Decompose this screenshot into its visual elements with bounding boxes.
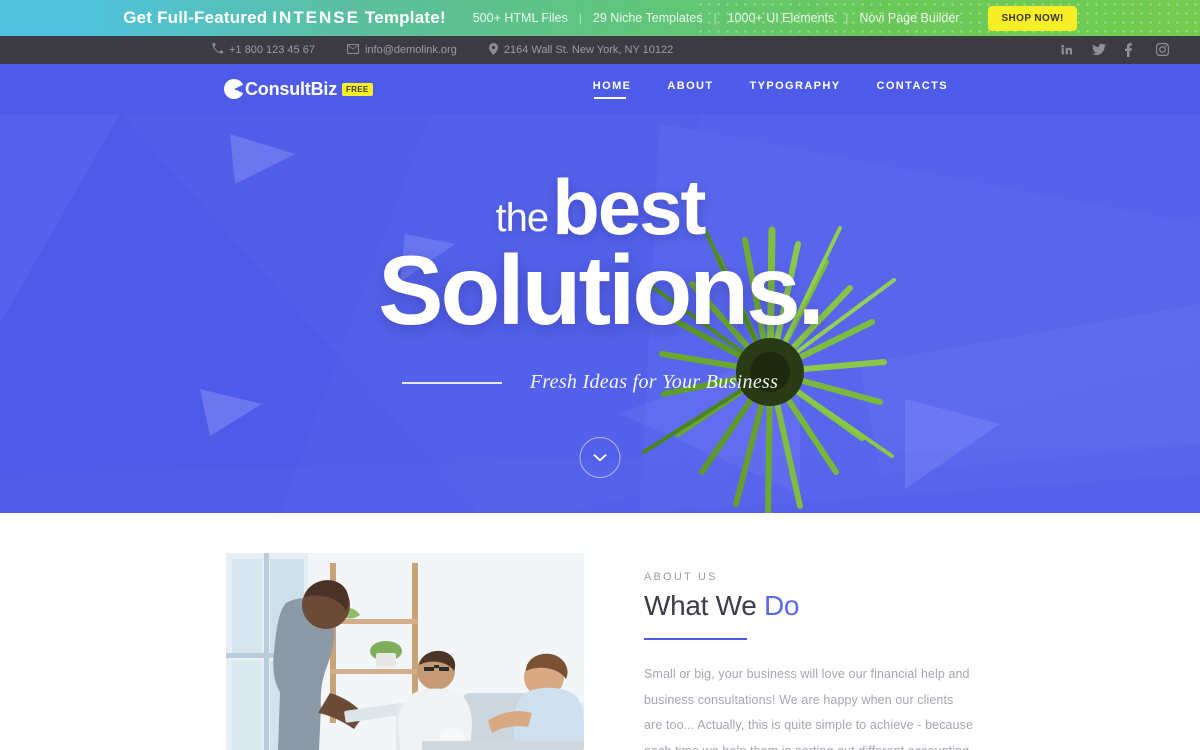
about-section: ABOUT US What We Do Small or big, your b… xyxy=(0,513,1200,750)
promo-title: Get Full-Featured INTENSE Template! xyxy=(123,8,446,28)
hero-headline-line2: Solutions. xyxy=(378,235,825,346)
facebook-icon[interactable] xyxy=(1124,43,1138,57)
logo-mark-icon xyxy=(224,79,244,99)
instagram-icon[interactable] xyxy=(1156,43,1170,57)
shop-now-button[interactable]: SHOP NOW! xyxy=(988,5,1077,31)
map-pin-icon xyxy=(488,42,498,58)
nav-item-contacts[interactable]: CONTACTS xyxy=(877,80,949,99)
about-body: Small or big, your business will love ou… xyxy=(644,667,974,750)
hero-rule xyxy=(401,381,502,384)
site-header: ConsultBiz FREE HOME ABOUT TYPOGRAPHY CO… xyxy=(0,64,1200,114)
chevron-down-icon xyxy=(593,449,607,467)
scroll-down-button[interactable] xyxy=(579,437,621,478)
about-title: What We Do xyxy=(644,590,974,622)
phone-number: +1 800 123 45 67 xyxy=(229,44,315,56)
mail-icon xyxy=(346,43,359,58)
phone-icon xyxy=(212,43,224,57)
hero-section: the best Solutions. Fresh Ideas for Your… xyxy=(0,114,1200,513)
about-text-block: ABOUT US What We Do Small or big, your b… xyxy=(644,553,974,750)
twitter-icon[interactable] xyxy=(1092,43,1106,57)
address-link[interactable]: 2164 Wall St. New York, NY 10122 xyxy=(488,42,674,58)
hero-headline-the: the xyxy=(495,196,550,241)
promo-feature-3: Novi Page Builder xyxy=(859,11,960,25)
logo-text: ConsultBiz xyxy=(245,78,337,99)
about-divider xyxy=(644,638,747,640)
about-title-main: What We xyxy=(644,590,765,621)
hero-subtitle: Fresh Ideas for Your Business xyxy=(529,371,779,394)
hero-headline-line1: the best xyxy=(495,163,707,251)
contact-bar: +1 800 123 45 67 info@demolink.org 2164 … xyxy=(0,36,1200,64)
about-photo xyxy=(226,553,584,750)
promo-feature-2: 1000+ UI Elements xyxy=(727,11,835,25)
promo-feature-1: 29 Niche Templates xyxy=(592,11,703,25)
nav-item-typography[interactable]: TYPOGRAPHY xyxy=(749,80,840,99)
promo-title-brand: INTENSE xyxy=(272,8,360,27)
promo-banner: Get Full-Featured INTENSE Template! 500+… xyxy=(0,0,1200,36)
linkedin-icon[interactable] xyxy=(1060,43,1074,57)
phone-link[interactable]: +1 800 123 45 67 xyxy=(212,43,315,57)
email-link[interactable]: info@demolink.org xyxy=(346,43,457,58)
email-address: info@demolink.org xyxy=(364,44,457,56)
about-kicker: ABOUT US xyxy=(644,571,718,583)
promo-title-prefix: Get Full-Featured xyxy=(123,8,273,27)
logo[interactable]: ConsultBiz FREE xyxy=(224,79,373,100)
main-nav: HOME ABOUT TYPOGRAPHY CONTACTS xyxy=(593,80,948,99)
address-text: 2164 Wall St. New York, NY 10122 xyxy=(503,44,674,56)
promo-feature-0: 500+ HTML Files xyxy=(472,11,568,25)
logo-free-badge: FREE xyxy=(342,82,373,96)
promo-title-suffix: Template! xyxy=(359,8,446,27)
hero-headline-best: best xyxy=(552,163,706,251)
hero-subtitle-row: Fresh Ideas for Your Business xyxy=(401,371,779,394)
nav-item-home[interactable]: HOME xyxy=(593,80,632,99)
nav-item-about[interactable]: ABOUT xyxy=(667,80,713,99)
about-title-accent: Do xyxy=(764,590,800,621)
